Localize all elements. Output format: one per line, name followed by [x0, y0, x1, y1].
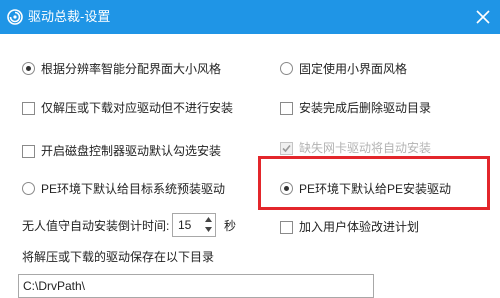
checkbox-extract-only-label: 仅解压或下载对应驱动但不进行安装	[41, 101, 234, 115]
triangle-down-icon	[205, 227, 212, 232]
radio-selected-dot	[284, 186, 289, 191]
checkbox-delete-driver-dir-control[interactable]	[280, 102, 293, 115]
checkbox-extract-only-control[interactable]	[22, 102, 35, 115]
radio-pe-install-control[interactable]	[280, 182, 293, 195]
checkbox-join-experience-program-label: 加入用户体验改进计划	[299, 220, 420, 234]
save-dir-input[interactable]	[18, 274, 374, 298]
checkbox-nic-auto-install-control	[280, 142, 293, 155]
triangle-up-icon	[205, 217, 212, 222]
radio-fixed-small-style-label: 固定使用小界面风格	[299, 62, 408, 76]
radio-fixed-small-style-control[interactable]	[280, 62, 293, 75]
countdown-spinbox[interactable]	[172, 213, 216, 237]
radio-resolution-style-control[interactable]	[22, 62, 35, 75]
countdown-label: 无人值守自动安装倒计时间:	[22, 219, 170, 233]
radio-pe-install-label: PE环境下默认给PE安装驱动	[299, 182, 452, 196]
radio-pe-target-system-control[interactable]	[22, 182, 35, 195]
checkbox-join-experience-program-control[interactable]	[280, 221, 293, 234]
countdown-value-input[interactable]	[178, 218, 202, 232]
app-logo-icon	[7, 9, 23, 25]
countdown-unit: 秒	[224, 219, 237, 233]
spin-up-button[interactable]	[203, 215, 214, 225]
spin-down-button[interactable]	[203, 225, 214, 235]
title-bar: 驱动总裁-设置	[0, 0, 500, 34]
checkbox-disk-controller-control[interactable]	[22, 145, 35, 158]
checkbox-disk-controller-label: 开启磁盘控制器驱动默认勾选安装	[41, 144, 222, 158]
radio-selected-dot	[26, 66, 31, 71]
checkmark-icon	[282, 144, 291, 153]
radio-resolution-style-label: 根据分辨率智能分配界面大小风格	[41, 62, 222, 76]
checkbox-delete-driver-dir-label: 安装完成后删除驱动目录	[299, 101, 432, 115]
radio-pe-target-system-label: PE环境下默认给目标系统预装驱动	[41, 182, 226, 196]
checkbox-nic-auto-install-label: 缺失网卡驱动将自动安装	[299, 141, 432, 155]
close-button[interactable]	[466, 0, 500, 34]
window-title: 驱动总裁-设置	[28, 9, 111, 24]
save-dir-label: 将解压或下载的驱动保存在以下目录	[22, 250, 215, 264]
close-icon	[476, 10, 490, 24]
